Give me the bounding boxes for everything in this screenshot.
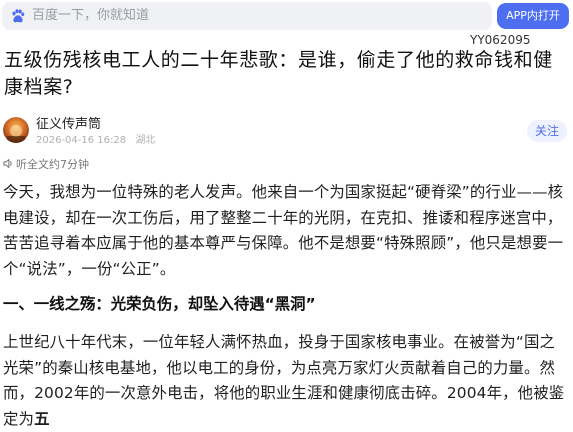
search-input[interactable]: 百度一下，你就知道 bbox=[32, 8, 149, 24]
search-box[interactable]: 百度一下，你就知道 bbox=[2, 2, 492, 30]
baidu-paw-icon bbox=[12, 9, 25, 23]
intro-paragraph: 今天，我想为一位特殊的老人发声。他来自一个为国家挺起“硬脊梁”的行业——核电建设… bbox=[3, 183, 564, 278]
post-location: 湖北 bbox=[135, 135, 156, 146]
speaker-icon bbox=[3, 158, 12, 169]
listen-label: 听全文约7分钟 bbox=[16, 158, 89, 171]
author-name[interactable]: 征义传声筒 bbox=[36, 117, 101, 132]
post-date: 2026-04-16 16:28 bbox=[36, 135, 127, 146]
avatar-image bbox=[3, 117, 29, 143]
body-paragraph: 上世纪八十年代末，一位年轻人满怀热血，投身于国家核电事业。在被誉为“国之光荣”的… bbox=[3, 330, 570, 432]
listen-audio-button[interactable]: 听全文约7分钟 bbox=[3, 158, 89, 172]
article-title: 五级伤残核电工人的二十年悲歌：是谁，偷走了他的救命钱和健康档案? bbox=[4, 49, 553, 98]
top-bar: 百度一下，你就知道 APP内打开 bbox=[0, 0, 573, 32]
follow-button[interactable]: 关注 bbox=[527, 120, 567, 142]
body-paragraph-bold-tail: 五 bbox=[34, 409, 50, 428]
section-heading: 一、一线之殇：光荣负伤，却坠入待遇“黑洞” bbox=[3, 295, 316, 313]
body-paragraph-text: 上世纪八十年代末，一位年轻人满怀热血，投身于国家核电事业。在被誉为“国之光荣”的… bbox=[3, 333, 565, 428]
post-meta: 2026-04-16 16:28 湖北 bbox=[36, 135, 161, 147]
document-code: YY062095 bbox=[470, 33, 531, 47]
open-in-app-button[interactable]: APP内打开 bbox=[497, 3, 569, 29]
author-avatar[interactable] bbox=[3, 117, 29, 143]
